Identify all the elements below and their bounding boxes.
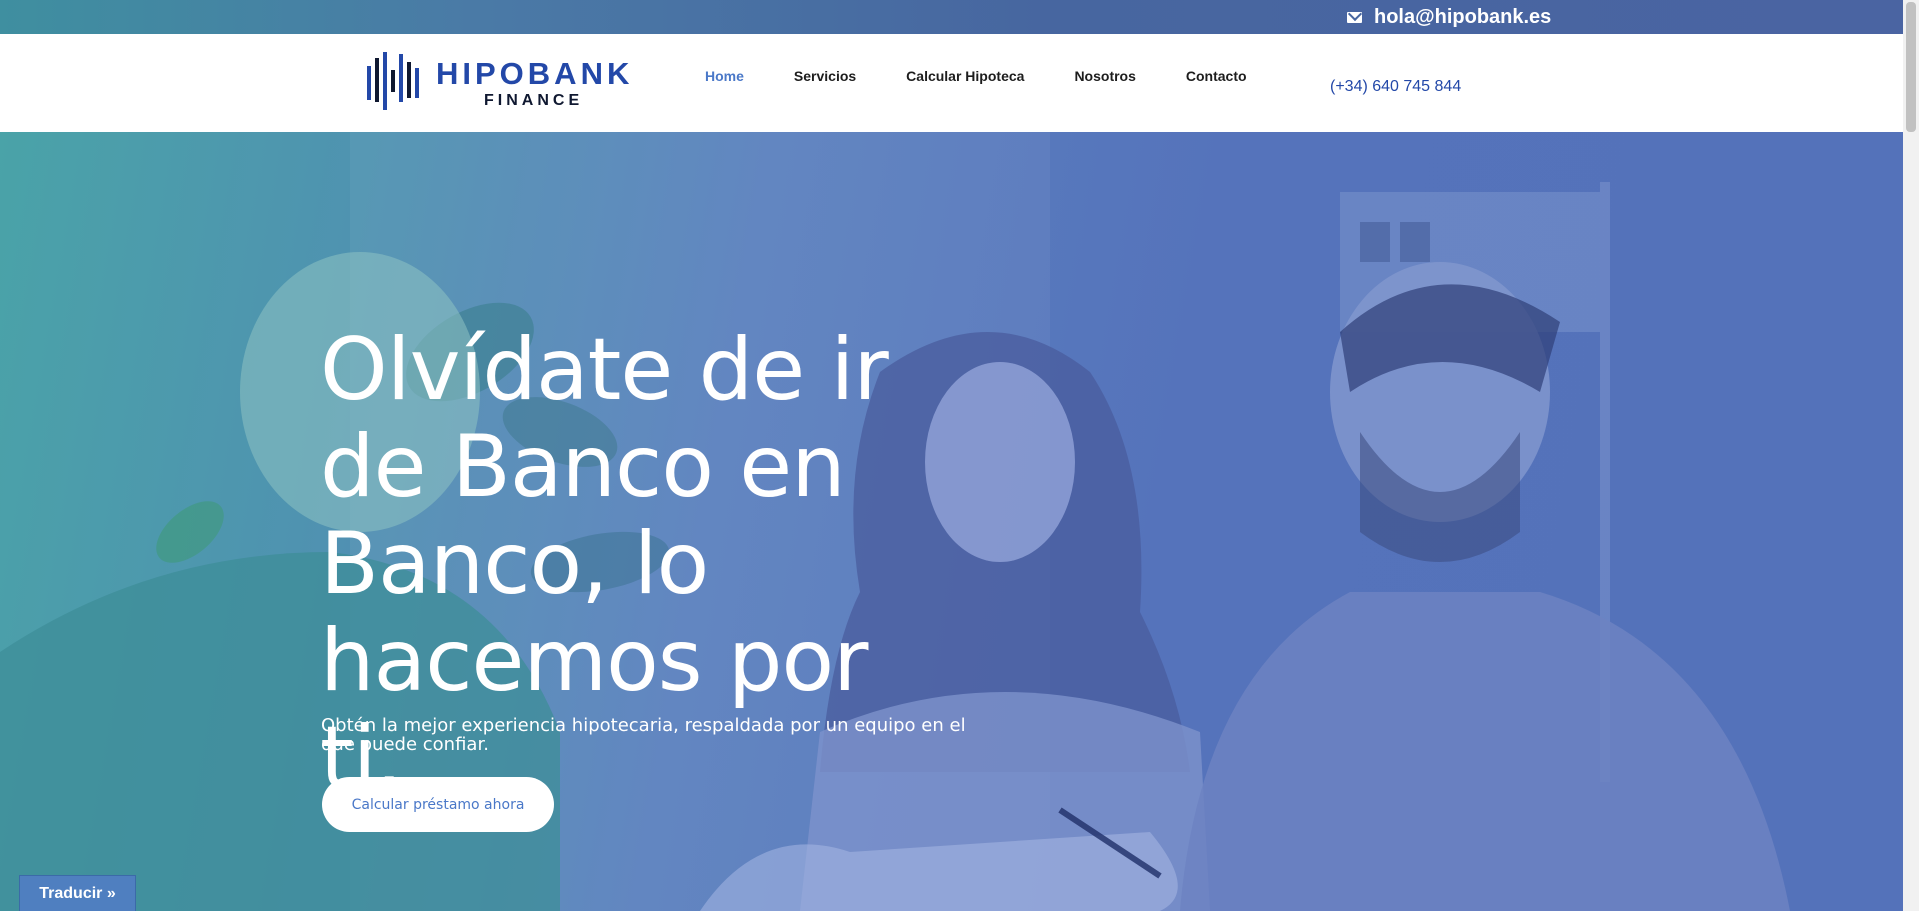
email-link[interactable]: hola@hipobank.es — [1347, 5, 1551, 29]
hero-section: Olvídate de ir de Banco en Banco, lo hac… — [0, 132, 1903, 911]
translate-button[interactable]: Traducir » — [19, 875, 136, 911]
logo-mark-icon — [367, 52, 419, 110]
envelope-icon — [1347, 11, 1362, 23]
nav-contacto[interactable]: Contacto — [1161, 68, 1272, 84]
nav-home[interactable]: Home — [680, 68, 769, 84]
hipobank-logo[interactable]: HIPOBANK FINANCE — [366, 48, 630, 112]
page-scrollbar[interactable] — [1903, 0, 1919, 911]
phone-link[interactable]: (+34) 640 745 844 — [1330, 78, 1461, 96]
top-contact-bar: hola@hipobank.es — [0, 0, 1903, 34]
nav-nosotros[interactable]: Nosotros — [1049, 68, 1160, 84]
hero-subtext: Obtén la mejor experiencia hipotecaria, … — [321, 715, 966, 755]
hero-background-photo — [0, 132, 1790, 911]
logo-subtitle: FINANCE — [484, 92, 584, 109]
logo-wordmark: HIPOBANK — [436, 56, 634, 91]
site-header: HIPOBANK FINANCE Home Servicios Calcular… — [0, 34, 1903, 132]
main-nav: Home Servicios Calcular Hipoteca Nosotro… — [680, 34, 1272, 132]
scrollbar-thumb[interactable] — [1906, 2, 1916, 132]
calculate-loan-button[interactable]: Calcular préstamo ahora — [322, 777, 554, 832]
nav-calcular-hipoteca[interactable]: Calcular Hipoteca — [881, 68, 1049, 84]
nav-servicios[interactable]: Servicios — [769, 68, 881, 84]
email-text: hola@hipobank.es — [1374, 5, 1552, 28]
